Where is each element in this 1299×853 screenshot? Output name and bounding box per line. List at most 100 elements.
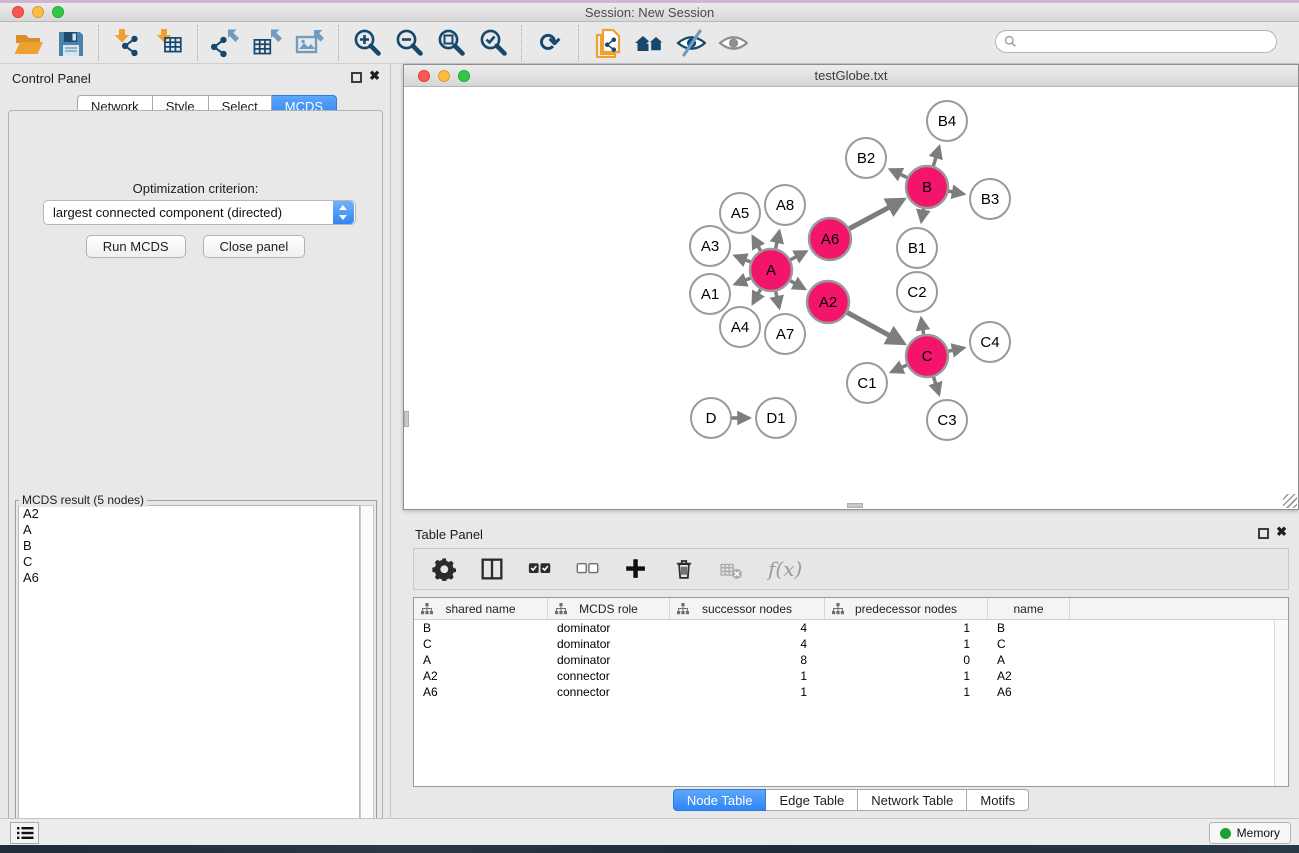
node-D1[interactable]: D1 — [756, 398, 796, 438]
network-resize-grip[interactable] — [1283, 494, 1297, 508]
import-network-button[interactable] — [111, 27, 143, 59]
table-cell[interactable]: 0 — [825, 652, 988, 668]
float-table-panel-button[interactable] — [1258, 528, 1269, 539]
table-row[interactable]: Bdominator41B — [414, 620, 1288, 636]
table-cell[interactable]: A2 — [414, 668, 548, 684]
node-B2[interactable]: B2 — [846, 138, 886, 178]
table-cell[interactable]: 4 — [670, 636, 825, 652]
function-builder-button[interactable]: f(x) — [768, 553, 802, 585]
unselect-all-columns-button[interactable] — [576, 553, 600, 585]
hide-panels-button[interactable] — [675, 27, 707, 59]
export-table-button[interactable] — [252, 27, 284, 59]
import-table-button[interactable] — [153, 27, 185, 59]
node-A6[interactable]: A6 — [809, 218, 851, 260]
home-button[interactable] — [633, 27, 665, 59]
node-B1[interactable]: B1 — [897, 228, 937, 268]
open-file-button[interactable] — [12, 27, 44, 59]
delete-row-button[interactable] — [672, 553, 696, 585]
new-session-button[interactable] — [591, 27, 623, 59]
mcds-result-item[interactable]: A2 — [19, 506, 359, 522]
table-cell[interactable]: A — [988, 652, 1070, 668]
table-cell[interactable]: A2 — [988, 668, 1070, 684]
main-titlebar[interactable]: Session: New Session — [0, 3, 1299, 22]
node-A4[interactable]: A4 — [720, 307, 760, 347]
memory-button[interactable]: Memory — [1209, 822, 1291, 844]
edge-A2-C[interactable] — [844, 311, 903, 343]
zoom-fit-button[interactable] — [435, 27, 467, 59]
mcds-result-item[interactable]: B — [19, 538, 359, 554]
network-vertical-scrollbar[interactable] — [404, 411, 409, 427]
column-header-successor-nodes[interactable]: successor nodes — [670, 598, 825, 619]
node-B[interactable]: B — [906, 166, 948, 208]
table-cell[interactable]: 1 — [670, 668, 825, 684]
node-A[interactable]: A — [750, 249, 792, 291]
zoom-selected-button[interactable] — [477, 27, 509, 59]
network-canvas[interactable]: B4B2BB3A8A5A6A3B1AC2A1A2A4A7C4CC1C3DD1 — [404, 87, 1298, 509]
node-C[interactable]: C — [906, 335, 948, 377]
network-horizontal-scrollbar[interactable] — [847, 503, 863, 508]
table-settings-button[interactable] — [432, 553, 456, 585]
mcds-result-item[interactable]: C — [19, 554, 359, 570]
node-B3[interactable]: B3 — [970, 179, 1010, 219]
table-row[interactable]: A6connector11A6 — [414, 684, 1288, 700]
column-header-MCDS-role[interactable]: MCDS role — [548, 598, 670, 619]
export-image-button[interactable] — [294, 27, 326, 59]
run-mcds-button[interactable]: Run MCDS — [86, 235, 186, 258]
add-row-button[interactable] — [624, 553, 648, 585]
table-cell[interactable]: A6 — [414, 684, 548, 700]
column-header-name[interactable]: name — [988, 598, 1070, 619]
table-cell[interactable]: B — [988, 620, 1070, 636]
node-A5[interactable]: A5 — [720, 193, 760, 233]
zoom-in-button[interactable] — [351, 27, 383, 59]
node-C3[interactable]: C3 — [927, 400, 967, 440]
delete-table-button[interactable] — [720, 553, 744, 585]
node-A7[interactable]: A7 — [765, 314, 805, 354]
tab-node-table[interactable]: Node Table — [673, 789, 767, 811]
search-box[interactable] — [995, 30, 1277, 53]
table-cell[interactable]: dominator — [548, 652, 670, 668]
close-panel-button[interactable]: Close panel — [203, 235, 306, 258]
node-C4[interactable]: C4 — [970, 322, 1010, 362]
refresh-layout-button[interactable]: ⟳ — [534, 27, 566, 59]
node-A8[interactable]: A8 — [765, 185, 805, 225]
table-cell[interactable]: B — [414, 620, 548, 636]
table-row[interactable]: A2connector11A2 — [414, 668, 1288, 684]
tab-network-table[interactable]: Network Table — [858, 789, 967, 811]
node-A1[interactable]: A1 — [690, 274, 730, 314]
mcds-result-list[interactable]: A2ABCA6 — [18, 505, 360, 837]
node-A2[interactable]: A2 — [807, 281, 849, 323]
table-cell[interactable]: 1 — [825, 684, 988, 700]
show-panels-button[interactable] — [717, 27, 749, 59]
task-history-button[interactable] — [10, 822, 39, 844]
node-A3[interactable]: A3 — [690, 226, 730, 266]
save-session-button[interactable] — [54, 27, 86, 59]
table-row[interactable]: Cdominator41C — [414, 636, 1288, 652]
mcds-result-item[interactable]: A6 — [19, 570, 359, 586]
float-panel-button[interactable] — [351, 72, 362, 83]
close-table-panel-button[interactable]: ✖ — [1276, 524, 1287, 540]
table-cell[interactable]: connector — [548, 684, 670, 700]
table-cell[interactable]: C — [988, 636, 1070, 652]
export-network-button[interactable] — [210, 27, 242, 59]
table-cell[interactable]: dominator — [548, 620, 670, 636]
table-cell[interactable]: A — [414, 652, 548, 668]
table-cell[interactable]: connector — [548, 668, 670, 684]
table-cell[interactable]: 1 — [670, 684, 825, 700]
show-columns-button[interactable] — [480, 553, 504, 585]
table-cell[interactable]: C — [414, 636, 548, 652]
tab-edge-table[interactable]: Edge Table — [766, 789, 858, 811]
column-header-shared-name[interactable]: shared name — [414, 598, 548, 619]
mcds-result-item[interactable]: A — [19, 522, 359, 538]
zoom-out-button[interactable] — [393, 27, 425, 59]
table-cell[interactable]: 1 — [825, 668, 988, 684]
node-C2[interactable]: C2 — [897, 272, 937, 312]
mcds-result-scrollbar[interactable] — [360, 505, 374, 837]
network-window-titlebar[interactable]: testGlobe.txt — [404, 65, 1298, 87]
column-header-predecessor-nodes[interactable]: predecessor nodes — [825, 598, 988, 619]
table-cell[interactable]: 4 — [670, 620, 825, 636]
table-scrollbar[interactable] — [1274, 620, 1288, 786]
close-panel-button[interactable]: ✖ — [369, 68, 380, 84]
table-cell[interactable]: A6 — [988, 684, 1070, 700]
table-cell[interactable]: 8 — [670, 652, 825, 668]
edge-A6-B[interactable] — [846, 200, 903, 231]
